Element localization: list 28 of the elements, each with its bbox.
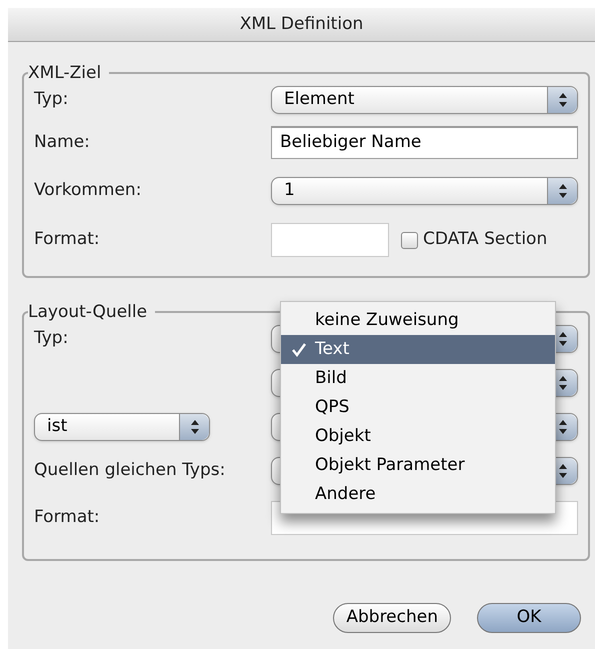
name-field[interactable]: Beliebiger Name [271, 126, 578, 159]
field-label: Format: [34, 506, 100, 530]
stepper-icon [558, 183, 568, 199]
field-label: Vorkommen: [34, 179, 142, 202]
popup-button[interactable]: 1 [271, 177, 578, 205]
window-title: XML Definition [240, 12, 364, 36]
cancel-button[interactable]: Abbrechen [333, 603, 451, 633]
menu-item[interactable]: Andere [281, 480, 555, 509]
checkbox-label: CDATA Section [423, 228, 548, 252]
field-label: Name: [34, 130, 90, 154]
format-field[interactable] [271, 223, 389, 257]
field-label: Typ: [34, 88, 68, 112]
menu-item[interactable]: Bild [281, 364, 555, 393]
checkbox[interactable] [401, 232, 418, 248]
menu-item[interactable]: Text [281, 335, 555, 364]
menu-item[interactable]: keine Zuweisung [281, 306, 555, 335]
ok-button[interactable]: OK [477, 603, 581, 633]
field-label: Quellen gleichen Typs: [34, 459, 226, 482]
field-label: Format: [34, 228, 100, 252]
check-icon [291, 342, 307, 358]
stepper-icon [190, 419, 200, 435]
stepper-icon [558, 92, 568, 108]
popup-button[interactable]: ist [34, 413, 210, 441]
menu-item[interactable]: Objekt Parameter [281, 451, 555, 480]
menu-item[interactable]: QPS [281, 393, 555, 422]
menu-item[interactable]: Objekt [281, 422, 555, 451]
popup-button[interactable]: Element [271, 86, 578, 114]
field-label: Typ: [34, 327, 68, 350]
